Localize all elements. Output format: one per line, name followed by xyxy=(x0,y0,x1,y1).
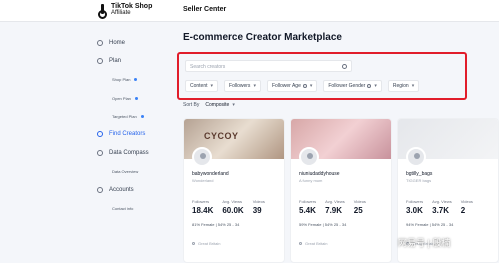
creators-icon xyxy=(97,131,103,137)
sort-label: Sort By xyxy=(183,102,200,108)
avatar xyxy=(299,147,319,167)
tiktok-logo-icon xyxy=(98,4,108,19)
banner-text: CYCOY xyxy=(204,131,239,141)
stat-label: Followers xyxy=(299,199,317,204)
sidebar-item-find-creators[interactable]: Find Creators xyxy=(97,131,145,137)
stat-label: Followers xyxy=(406,199,424,204)
header-title: Seller Center xyxy=(183,6,227,13)
location-text: Great Britain xyxy=(305,241,328,246)
page-title: E-commerce Creator Marketplace xyxy=(183,32,342,43)
location-pin-icon xyxy=(192,242,195,245)
sidebar-item-home[interactable]: Home xyxy=(97,40,125,46)
chevron-down-icon: ▾ xyxy=(232,102,235,108)
sidebar-item-contact-info[interactable]: Contact info xyxy=(112,206,133,211)
stat-label: Avg. Views xyxy=(222,199,242,204)
sidebar-item-label: Data Overview xyxy=(112,169,139,174)
creator-location: Great Britain xyxy=(299,241,327,246)
sort-by-control[interactable]: Sort By Composite ▾ xyxy=(183,102,235,108)
plan-icon xyxy=(97,58,103,64)
creator-bio: A funny mum xyxy=(299,178,323,183)
new-badge-dot xyxy=(140,115,144,118)
creator-stats: Followers 18.4K Avg. Views 60.0K Videos 39 xyxy=(192,199,274,215)
stat-value: 18.4K xyxy=(192,206,214,215)
sidebar-item-label: Shop Plan xyxy=(112,77,131,82)
stat-value: 3.0K xyxy=(406,206,423,215)
avatar xyxy=(406,147,426,167)
stat-label: Videos xyxy=(353,199,366,204)
creator-stats: Followers 3.0K Avg. Views 3.7K Videos 2 xyxy=(406,199,482,215)
annotation-highlight-box xyxy=(177,52,467,100)
sidebar-item-label: Find Creators xyxy=(109,131,146,137)
sidebar-item-label: Data Compass xyxy=(109,150,149,156)
new-badge-dot xyxy=(134,97,138,100)
creator-name: niuniudaddyhouse xyxy=(299,171,340,177)
new-badge-dot xyxy=(134,78,138,81)
stat-label: Videos xyxy=(252,199,265,204)
sidebar-item-label: Plan xyxy=(109,58,122,64)
stat-value: 39 xyxy=(252,206,262,215)
sidebar-item-plan[interactable]: Plan xyxy=(97,58,121,64)
follower-demographics: 81% Female | 54% 25 - 34 xyxy=(192,222,240,227)
creator-name: babywonderland xyxy=(192,171,229,177)
sidebar-item-shop-plan[interactable]: Shop Plan xyxy=(112,77,138,82)
location-pin-icon xyxy=(299,242,302,245)
sidebar-item-data-overview[interactable]: Data Overview xyxy=(112,169,138,174)
sidebar-item-targeted-plan[interactable]: Targeted Plan xyxy=(112,114,144,119)
compass-icon xyxy=(97,150,103,156)
stat-label: Videos xyxy=(460,199,473,204)
stat-value: 5.4K xyxy=(299,206,316,215)
sidebar-item-label: Contact info xyxy=(112,206,134,211)
sidebar-item-accounts[interactable]: Accounts xyxy=(97,187,134,193)
stat-value: 25 xyxy=(353,206,363,215)
brand-line-2: Affiliate xyxy=(111,10,131,16)
sidebar-item-label: Accounts xyxy=(109,187,134,193)
account-icon xyxy=(97,187,103,193)
stat-label: Avg. Views xyxy=(325,199,345,204)
creator-card[interactable]: CYCOY babywonderland Wonderland Follower… xyxy=(183,118,285,263)
sidebar-item-data-compass[interactable]: Data Compass xyxy=(97,150,149,156)
avatar xyxy=(192,147,212,167)
sidebar-item-open-plan[interactable]: Open Plan xyxy=(112,96,138,101)
stat-value: 7.9K xyxy=(325,206,343,215)
stat-value: 2 xyxy=(460,206,466,215)
location-text: Great Britain xyxy=(198,241,221,246)
sidebar-item-label: Targeted Plan xyxy=(112,114,137,119)
top-bar: TikTok Shop Affiliate Seller Center xyxy=(0,0,499,22)
creator-card[interactable]: niuniudaddyhouse A funny mum Followers 5.… xyxy=(290,118,392,263)
stat-label: Avg. Views xyxy=(432,199,452,204)
creator-name: bgtilly_bags xyxy=(406,171,433,177)
sidebar-item-label: Open Plan xyxy=(112,96,131,101)
sort-value: Composite xyxy=(205,102,230,108)
stat-value: 60.0K xyxy=(222,206,244,215)
stat-value: 3.7K xyxy=(432,206,450,215)
stat-label: Followers xyxy=(192,199,210,204)
follower-demographics: 59% Female | 54% 25 - 34 xyxy=(299,222,347,227)
follower-demographics: 94% Female | 54% 25 - 34 xyxy=(406,222,454,227)
home-icon xyxy=(97,40,103,46)
sidebar-item-label: Home xyxy=(109,40,126,46)
tiktok-shop-logo[interactable]: TikTok Shop Affiliate xyxy=(98,3,152,19)
creator-bio: TIGGER bags xyxy=(406,178,432,183)
watermark: 网易号 | 殷楠 xyxy=(398,238,451,248)
creator-bio: Wonderland xyxy=(192,178,214,183)
creator-location: Great Britain xyxy=(192,241,220,246)
creator-stats: Followers 5.4K Avg. Views 7.9K Videos 25 xyxy=(299,199,375,215)
